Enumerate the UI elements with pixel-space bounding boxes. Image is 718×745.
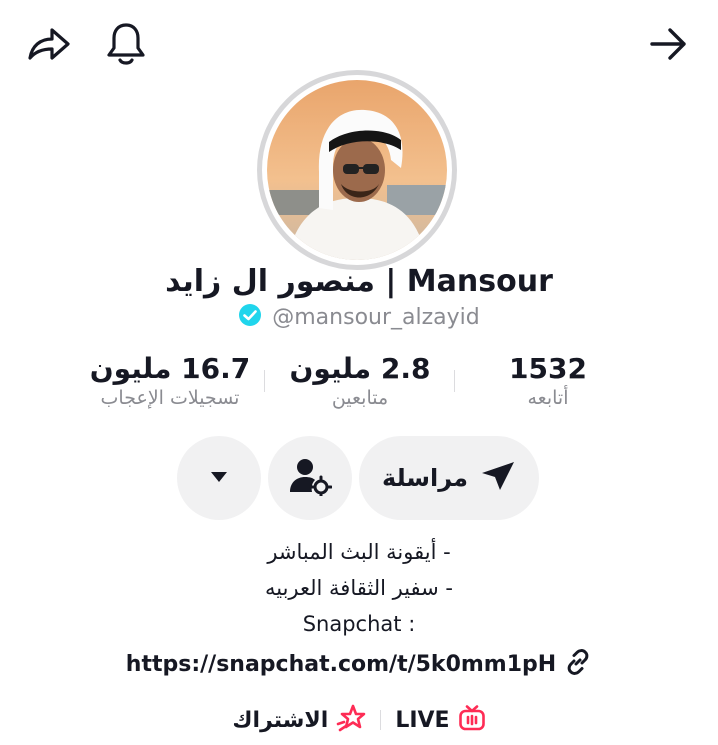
bell-icon[interactable] [102, 20, 150, 68]
stat-likes-label: تسجيلات الإعجاب [100, 387, 240, 409]
stat-divider [264, 370, 265, 392]
bottom-links: الاشتراك LIVE [0, 704, 718, 736]
subscribe-label: الاشتراك [232, 707, 329, 733]
message-button-label: مراسلة [382, 464, 468, 492]
star-icon [336, 704, 366, 736]
verified-badge-icon [238, 303, 262, 331]
bio-line-2: - سفير الثقافة العربيه [264, 576, 454, 600]
stat-following[interactable]: 1532 أتابعه [490, 352, 606, 409]
live-tv-icon [458, 704, 486, 736]
avatar[interactable] [257, 70, 457, 270]
handle-row: @mansour_alzayid [0, 303, 718, 331]
message-button[interactable]: مراسلة [359, 436, 539, 520]
caret-down-icon [209, 469, 229, 488]
user-settings-icon [288, 456, 333, 500]
stat-following-value: 1532 [509, 352, 587, 385]
bio-line-3: Snapchat : [302, 612, 416, 636]
subscribe-link[interactable]: الاشتراك [232, 704, 366, 736]
bio-line-1: - أيقونة البث المباشر [267, 540, 451, 564]
bio-link[interactable]: https://snapchat.com/t/5k0mm1pH [0, 648, 718, 680]
stat-followers[interactable]: 2.8 مليون متابعين [280, 352, 440, 409]
more-options-button[interactable] [177, 436, 261, 520]
live-link[interactable]: LIVE [395, 704, 485, 736]
live-label: LIVE [395, 707, 450, 733]
display-name: منصور ال زايد | Mansour [165, 264, 553, 299]
share-icon[interactable] [24, 22, 74, 66]
stat-following-label: أتابعه [527, 387, 569, 409]
stat-followers-value: 2.8 مليون [289, 352, 431, 385]
avatar-photo [267, 80, 447, 260]
stat-likes-value: 16.7 مليون [89, 352, 251, 385]
stat-divider [454, 370, 455, 392]
back-arrow-icon[interactable] [646, 22, 692, 66]
send-icon [480, 459, 516, 497]
bottom-divider [380, 710, 382, 730]
friend-settings-button[interactable] [268, 436, 352, 520]
stat-followers-label: متابعين [331, 387, 389, 409]
link-icon [564, 648, 592, 680]
username-handle: @mansour_alzayid [272, 304, 480, 330]
stat-likes[interactable]: 16.7 مليون تسجيلات الإعجاب [80, 352, 260, 409]
bio-link-text[interactable]: https://snapchat.com/t/5k0mm1pH [126, 652, 556, 677]
